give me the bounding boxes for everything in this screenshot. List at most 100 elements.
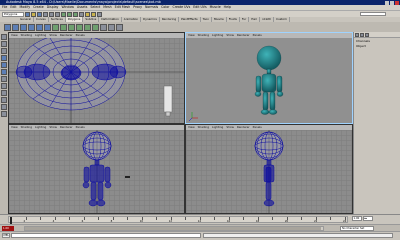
maximize-button[interactable] [390, 0, 394, 5]
axis-gizmo [188, 112, 198, 122]
command-line: MEL [0, 231, 400, 240]
time-tick-label: 8 [110, 220, 113, 223]
time-tick-label: 10 [139, 220, 143, 223]
time-tick-label: 24 [343, 220, 347, 223]
bridge-icon[interactable] [76, 23, 83, 31]
snap-curve-icon[interactable] [67, 11, 72, 17]
time-tick [98, 217, 99, 220]
poly-cube-icon[interactable] [12, 23, 19, 31]
ipr-render-icon[interactable] [91, 11, 96, 17]
scale-tool-icon[interactable] [1, 69, 7, 75]
poly-sphere-icon[interactable] [4, 23, 11, 31]
new-scene-icon[interactable] [25, 11, 30, 17]
poly-torus-icon[interactable] [44, 23, 51, 31]
time-tick [156, 217, 157, 220]
viewport-top[interactable]: View Shading Lighting Show Renderer Pane… [8, 32, 185, 124]
render-settings-icon[interactable] [97, 11, 102, 17]
window-title: Autodesk Maya 8.5 x64 - D:\Users\Maelle\… [6, 0, 161, 4]
time-tick [69, 217, 70, 220]
side-view-wireframe [254, 130, 284, 213]
current-time-field[interactable]: 1.00 [352, 216, 362, 221]
snap-grid-icon[interactable] [61, 11, 66, 17]
quick-selection-field[interactable] [360, 12, 386, 16]
command-input[interactable] [11, 233, 201, 238]
time-tick [25, 217, 27, 220]
range-slider: 1.00 No Character Set [0, 224, 400, 231]
select-hierarchy-icon[interactable] [43, 11, 48, 17]
menu-set-dropdown[interactable]: Polygons [2, 11, 24, 17]
move-tool-icon[interactable] [1, 55, 7, 61]
time-slider: 2 4 6 8 10 12 14 16 18 20 22 24 1.00 ▸▸ [0, 214, 400, 224]
poly-cone-icon[interactable] [28, 23, 35, 31]
time-tick [127, 217, 128, 220]
poly-plane-icon[interactable] [36, 23, 43, 31]
top-view-wireframe [9, 38, 184, 123]
time-tick-label: 12 [168, 220, 173, 223]
command-output [203, 233, 393, 238]
snap-point-icon[interactable] [73, 11, 78, 17]
time-tick [112, 217, 114, 220]
time-tick-label: 22 [313, 220, 318, 223]
range-thumb[interactable] [25, 227, 321, 230]
time-fields: 1.00 ▸▸ [352, 216, 373, 221]
playhead[interactable] [10, 217, 12, 224]
select-object-icon[interactable] [49, 11, 54, 17]
time-tick [54, 217, 56, 220]
layout-persp-outliner-icon[interactable] [1, 104, 7, 110]
layout-single-icon[interactable] [1, 90, 7, 96]
toolbox [0, 32, 8, 214]
status-line: Polygons [0, 10, 400, 17]
time-tick [83, 217, 85, 220]
separate-icon[interactable] [60, 23, 67, 31]
select-component-icon[interactable] [55, 11, 60, 17]
viewport-side[interactable]: View Shading Lighting Show Renderer Pane… [185, 124, 353, 214]
script-language-toggle[interactable]: MEL [2, 233, 10, 238]
select-tool-icon[interactable] [1, 34, 7, 40]
close-button[interactable] [395, 0, 399, 5]
time-tick [214, 217, 215, 220]
rotate-tool-icon[interactable] [1, 62, 7, 68]
channel-box-toggle-icon[interactable] [355, 32, 359, 37]
time-tick [185, 217, 186, 220]
time-tick-label: 16 [226, 220, 231, 223]
layout-graph-icon[interactable] [1, 111, 7, 117]
uv-editor-icon[interactable] [116, 23, 123, 31]
playback-controls[interactable]: ▸▸ [363, 216, 373, 221]
last-tool-icon[interactable] [1, 83, 7, 89]
camera-object[interactable] [125, 176, 130, 178]
combine-icon[interactable] [52, 23, 59, 31]
channel-box-object-label: Object [356, 44, 366, 48]
channel-box: Channels Object [353, 32, 400, 214]
open-scene-icon[interactable] [31, 11, 36, 17]
front-view-wireframe [82, 130, 130, 213]
split-polygon-icon[interactable] [92, 23, 99, 31]
time-tick-label: 14 [197, 220, 202, 223]
robot-shaded-model[interactable] [186, 38, 352, 123]
viewport-persp[interactable]: View Shading Lighting Show Renderer Pane… [185, 32, 353, 124]
tool-settings-toggle-icon[interactable] [365, 32, 369, 37]
camera-object[interactable] [163, 85, 173, 113]
viewport-front[interactable]: View Shading Lighting Show Renderer Pane… [8, 124, 185, 214]
render-icon[interactable] [85, 11, 90, 17]
attribute-editor-toggle-icon[interactable] [360, 32, 364, 37]
smooth-icon[interactable] [100, 23, 107, 31]
poly-cylinder-icon[interactable] [20, 23, 27, 31]
time-ruler[interactable]: 2 4 6 8 10 12 14 16 18 20 22 24 [8, 216, 348, 224]
history-icon[interactable] [79, 11, 84, 17]
time-tick-label: 4 [52, 220, 55, 223]
time-tick-label: 6 [81, 220, 84, 223]
time-tick [330, 217, 331, 220]
lasso-tool-icon[interactable] [1, 41, 7, 47]
save-scene-icon[interactable] [37, 11, 42, 17]
minimize-button[interactable] [385, 0, 389, 5]
append-icon[interactable] [84, 23, 91, 31]
time-tick-label: 18 [255, 220, 260, 223]
layout-four-icon[interactable] [1, 97, 7, 103]
time-tick [272, 217, 273, 220]
mirror-icon[interactable] [108, 23, 115, 31]
paint-select-tool-icon[interactable] [1, 48, 7, 54]
manipulator-icon[interactable] [1, 76, 7, 82]
extrude-icon[interactable] [68, 23, 75, 31]
time-tick-label: 20 [284, 220, 289, 223]
time-tick-label: 2 [23, 220, 26, 223]
